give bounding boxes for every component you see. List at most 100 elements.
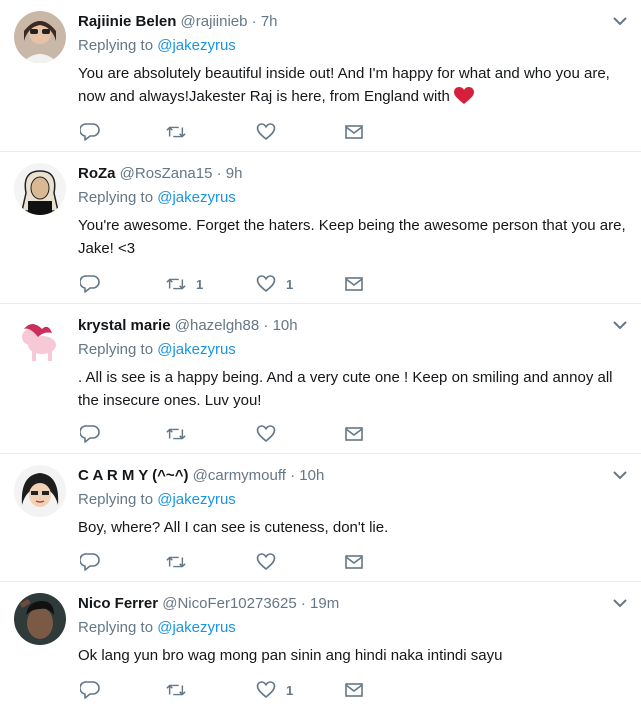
- separator-dot: ·: [216, 165, 222, 182]
- avatar[interactable]: [14, 465, 66, 517]
- envelope-icon: [345, 683, 363, 697]
- retweet-button[interactable]: 1: [166, 274, 203, 294]
- separator-dot: ·: [300, 595, 306, 612]
- reply-button[interactable]: [80, 274, 100, 294]
- retweet-icon: [166, 684, 186, 696]
- chevron-down-icon[interactable]: [613, 598, 627, 608]
- mention-link[interactable]: @jakezyrus: [157, 37, 236, 54]
- mention-link[interactable]: @jakezyrus: [157, 341, 236, 358]
- like-button[interactable]: 1: [256, 680, 293, 700]
- action-bar: [78, 122, 378, 142]
- user-handle[interactable]: @carmymouff: [193, 467, 286, 484]
- like-button[interactable]: [256, 424, 286, 444]
- like-count: 1: [286, 276, 294, 292]
- direct-message-button[interactable]: [344, 552, 364, 572]
- tweet-header: Nico Ferrer @NicoFer10273625 · 19m: [78, 594, 339, 614]
- replying-to: Replying to @jakezyrus: [78, 490, 236, 510]
- user-handle[interactable]: @hazelgh88: [175, 317, 259, 334]
- retweet-button[interactable]: [166, 552, 196, 572]
- reply-button[interactable]: [80, 424, 100, 444]
- reply-tweet[interactable]: Rajiinie Belen @rajiinieb · 7h Replying …: [0, 0, 641, 152]
- replying-to: Replying to @jakezyrus: [78, 36, 236, 56]
- replying-to: Replying to @jakezyrus: [78, 188, 236, 208]
- envelope-icon: [345, 555, 363, 569]
- avatar[interactable]: [14, 163, 66, 215]
- heart-icon: [256, 553, 276, 571]
- like-button[interactable]: [256, 552, 286, 572]
- reply-icon: [80, 425, 100, 443]
- reply-button[interactable]: [80, 680, 100, 700]
- red-heart-icon: [453, 87, 474, 104]
- tweet-header: Rajiinie Belen @rajiinieb · 7h: [78, 12, 278, 32]
- chevron-down-icon[interactable]: [613, 16, 627, 26]
- user-handle[interactable]: @RosZana15: [120, 165, 213, 182]
- replying-label: Replying to: [78, 37, 154, 54]
- mention-link[interactable]: @jakezyrus: [157, 189, 236, 206]
- replying-label: Replying to: [78, 189, 154, 206]
- heart-icon: [256, 425, 276, 443]
- direct-message-button[interactable]: [344, 424, 364, 444]
- tweet-text: Boy, where? All I can see is cuteness, d…: [78, 519, 389, 536]
- display-name[interactable]: Rajiinie Belen: [78, 13, 176, 30]
- display-name[interactable]: Nico Ferrer: [78, 595, 158, 612]
- replying-label: Replying to: [78, 619, 154, 636]
- reply-button[interactable]: [80, 122, 100, 142]
- retweet-button[interactable]: [166, 680, 196, 700]
- action-bar: [78, 424, 378, 444]
- timestamp[interactable]: 19m: [310, 595, 339, 612]
- chevron-down-icon[interactable]: [613, 320, 627, 330]
- avatar[interactable]: [14, 315, 66, 367]
- display-name[interactable]: C A R M Y (^~^): [78, 467, 188, 484]
- replying-label: Replying to: [78, 491, 154, 508]
- user-handle[interactable]: @rajiinieb: [181, 13, 248, 30]
- reply-tweet[interactable]: Nico Ferrer @NicoFer10273625 · 19m Reply…: [0, 582, 641, 704]
- replies-feed: Rajiinie Belen @rajiinieb · 7h Replying …: [0, 0, 641, 704]
- reply-tweet[interactable]: krystal marie @hazelgh88 · 10h Replying …: [0, 304, 641, 454]
- reply-tweet[interactable]: RoZa @RosZana15 · 9h Replying to @jakezy…: [0, 152, 641, 304]
- separator-dot: ·: [263, 317, 269, 334]
- reply-tweet[interactable]: C A R M Y (^~^) @carmymouff · 10h Replyi…: [0, 454, 641, 582]
- user-handle[interactable]: @NicoFer10273625: [162, 595, 296, 612]
- separator-dot: ·: [290, 467, 296, 484]
- reply-button[interactable]: [80, 552, 100, 572]
- envelope-icon: [345, 427, 363, 441]
- avatar[interactable]: [14, 11, 66, 63]
- timestamp[interactable]: 9h: [226, 165, 243, 182]
- retweet-icon: [166, 278, 186, 290]
- heart-icon: [256, 275, 276, 293]
- tweet-text: Ok lang yun bro wag mong pan sinin ang h…: [78, 647, 503, 664]
- replying-to: Replying to @jakezyrus: [78, 618, 236, 638]
- display-name[interactable]: RoZa: [78, 165, 116, 182]
- reply-icon: [80, 123, 100, 141]
- timestamp[interactable]: 7h: [261, 13, 278, 30]
- heart-icon: [256, 681, 276, 699]
- mention-link[interactable]: @jakezyrus: [157, 491, 236, 508]
- envelope-icon: [345, 125, 363, 139]
- like-button[interactable]: [256, 122, 286, 142]
- tweet-text: You are absolutely beautiful inside out!…: [78, 62, 630, 108]
- envelope-icon: [345, 277, 363, 291]
- replying-to: Replying to @jakezyrus: [78, 340, 236, 360]
- like-count: 1: [286, 682, 294, 698]
- tweet-text: . All is see is a happy being. And a ver…: [78, 369, 613, 409]
- timestamp[interactable]: 10h: [273, 317, 298, 334]
- mention-link[interactable]: @jakezyrus: [157, 619, 236, 636]
- replying-label: Replying to: [78, 341, 154, 358]
- tweet-header: RoZa @RosZana15 · 9h: [78, 164, 242, 184]
- action-bar: 1: [78, 680, 378, 700]
- retweet-button[interactable]: [166, 122, 196, 142]
- timestamp[interactable]: 10h: [299, 467, 324, 484]
- reply-icon: [80, 681, 100, 699]
- tweet-text-content: You are absolutely beautiful inside out!…: [78, 65, 610, 105]
- direct-message-button[interactable]: [344, 274, 364, 294]
- like-button[interactable]: 1: [256, 274, 293, 294]
- heart-icon: [256, 123, 276, 141]
- avatar[interactable]: [14, 593, 66, 645]
- direct-message-button[interactable]: [344, 680, 364, 700]
- retweet-button[interactable]: [166, 424, 196, 444]
- retweet-count: 1: [196, 276, 204, 292]
- chevron-down-icon[interactable]: [613, 470, 627, 480]
- tweet-text: You're awesome. Forget the haters. Keep …: [78, 217, 626, 257]
- direct-message-button[interactable]: [344, 122, 364, 142]
- display-name[interactable]: krystal marie: [78, 317, 171, 334]
